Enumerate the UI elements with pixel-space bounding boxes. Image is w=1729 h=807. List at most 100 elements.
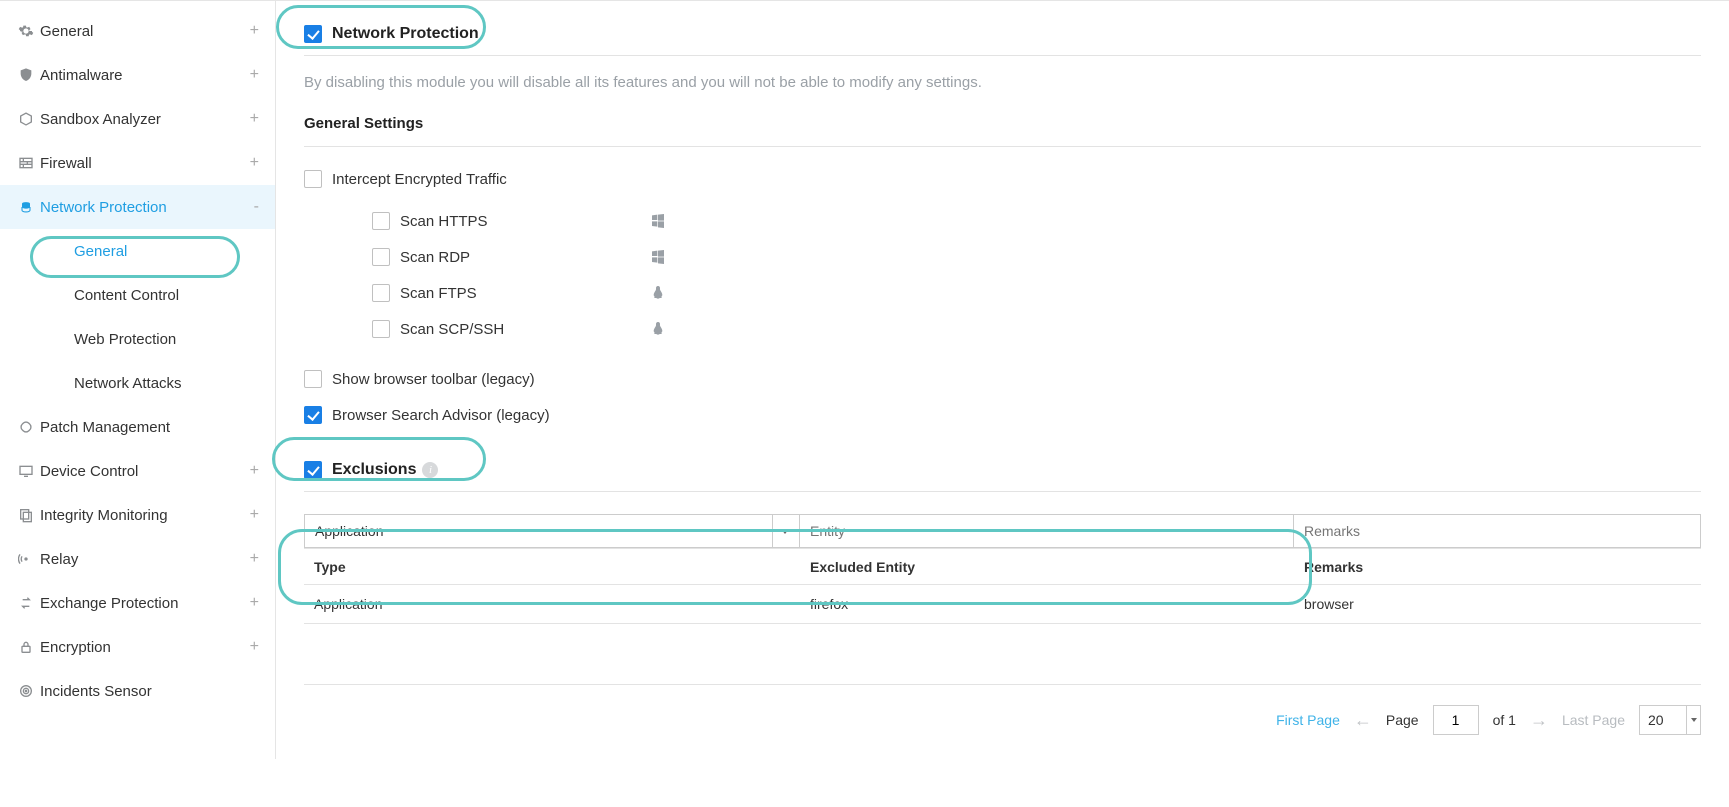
search-advisor-checkbox[interactable] [304, 406, 322, 424]
scan-https-checkbox[interactable] [372, 212, 390, 230]
settings-sidebar: General + Antimalware + Sandbox Analyzer… [0, 1, 276, 759]
exclusions-title: Exclusions [332, 461, 416, 479]
exchange-icon [12, 595, 40, 611]
expand-icon[interactable]: + [250, 22, 259, 40]
sidebar-sub-label: Web Protection [74, 331, 176, 348]
sidebar-sub-content-control[interactable]: Content Control [0, 273, 275, 317]
cell-remarks: browser [1294, 596, 1701, 612]
stack-icon [12, 507, 40, 523]
intercept-traffic-label: Intercept Encrypted Traffic [332, 171, 582, 188]
pager-page-input[interactable] [1433, 705, 1479, 735]
table-header-row: Type Excluded Entity Remarks [304, 549, 1701, 585]
sidebar-item-patch[interactable]: Patch Management [0, 405, 275, 449]
scan-ftps-checkbox[interactable] [372, 284, 390, 302]
expand-icon[interactable]: + [250, 110, 259, 128]
sidebar-sub-label: Network Attacks [74, 375, 182, 392]
firewall-icon [12, 155, 40, 171]
sidebar-label: Integrity Monitoring [40, 507, 250, 524]
scan-rdp-label: Scan RDP [400, 249, 650, 266]
expand-icon[interactable]: + [250, 638, 259, 656]
intercept-traffic-checkbox[interactable] [304, 170, 322, 188]
sidebar-label: Antimalware [40, 67, 250, 84]
sidebar-item-incidents[interactable]: Incidents Sensor [0, 669, 275, 713]
sidebar-item-integrity[interactable]: Integrity Monitoring + [0, 493, 275, 537]
exclusions-filter-row: Application [304, 514, 1701, 548]
exclusion-type-value: Application [315, 523, 384, 539]
exclusions-header: Exclusions i [304, 447, 1701, 492]
pager-first[interactable]: First Page [1276, 712, 1340, 728]
exclusion-entity-input[interactable] [800, 514, 1294, 548]
main-panel: Network Protection By disabling this mod… [276, 1, 1729, 759]
windows-icon [650, 248, 666, 267]
pager-last: Last Page [1562, 712, 1625, 728]
sidebar-item-firewall[interactable]: Firewall + [0, 141, 275, 185]
sidebar-sub-web-protection[interactable]: Web Protection [0, 317, 275, 361]
pager-page-label: Page [1386, 712, 1419, 728]
network-protection-toggle[interactable] [304, 25, 322, 43]
browser-toolbar-checkbox[interactable] [304, 370, 322, 388]
sidebar-item-network-protection[interactable]: Network Protection - [0, 185, 275, 229]
sidebar-item-encryption[interactable]: Encryption + [0, 625, 275, 669]
linux-icon [650, 284, 666, 303]
sidebar-sub-label: Content Control [74, 287, 179, 304]
col-excluded-entity[interactable]: Excluded Entity [800, 559, 1294, 575]
pager-next-icon[interactable]: → [1530, 710, 1548, 731]
expand-icon[interactable]: + [250, 462, 259, 480]
cell-type: Application [304, 596, 800, 612]
col-type[interactable]: Type [304, 559, 800, 575]
scan-scp-label: Scan SCP/SSH [400, 321, 650, 338]
scan-https-label: Scan HTTPS [400, 213, 650, 230]
sidebar-label: Incidents Sensor [40, 683, 259, 700]
sidebar-item-antimalware[interactable]: Antimalware + [0, 53, 275, 97]
sidebar-label: Sandbox Analyzer [40, 111, 250, 128]
pager-size-select[interactable]: 20 [1639, 705, 1687, 735]
table-row[interactable]: Application firefox browser [304, 585, 1701, 623]
chevron-down-icon[interactable] [1687, 705, 1701, 735]
expand-icon[interactable]: + [250, 66, 259, 84]
sidebar-item-general[interactable]: General + [0, 9, 275, 53]
scan-scp-checkbox[interactable] [372, 320, 390, 338]
exclusion-remarks-input[interactable] [1294, 514, 1701, 548]
sidebar-item-sandbox[interactable]: Sandbox Analyzer + [0, 97, 275, 141]
scan-ftps-label: Scan FTPS [400, 285, 650, 302]
network-protection-header: Network Protection [304, 11, 1701, 56]
expand-icon[interactable]: + [250, 506, 259, 524]
signal-icon [12, 551, 40, 567]
exclusions-table: Type Excluded Entity Remarks Application… [304, 548, 1701, 624]
scan-rdp-checkbox[interactable] [372, 248, 390, 266]
sidebar-label: Network Protection [40, 199, 254, 216]
patch-icon [12, 419, 40, 435]
sidebar-sub-network-attacks[interactable]: Network Attacks [0, 361, 275, 405]
pager-prev-icon[interactable]: ← [1354, 710, 1372, 731]
exclusion-type-select[interactable]: Application [304, 514, 800, 548]
exclusions-toggle[interactable] [304, 461, 322, 479]
box-icon [12, 111, 40, 127]
sidebar-label: General [40, 23, 250, 40]
general-settings-title: General Settings [304, 109, 1701, 147]
expand-icon[interactable]: + [250, 154, 259, 172]
sidebar-label: Relay [40, 551, 250, 568]
sidebar-label: Encryption [40, 639, 250, 656]
collapse-icon[interactable]: - [254, 198, 259, 216]
pager-size-value: 20 [1648, 712, 1664, 728]
col-remarks[interactable]: Remarks [1294, 559, 1701, 575]
sidebar-item-relay[interactable]: Relay + [0, 537, 275, 581]
network-protection-title: Network Protection [332, 25, 479, 43]
info-icon[interactable]: i [422, 462, 438, 478]
shield-icon [12, 67, 40, 83]
sidebar-item-exchange[interactable]: Exchange Protection + [0, 581, 275, 625]
expand-icon[interactable]: + [250, 594, 259, 612]
sidebar-item-device-control[interactable]: Device Control + [0, 449, 275, 493]
cell-entity: firefox [800, 596, 1294, 612]
lock-icon [12, 639, 40, 655]
windows-icon [650, 212, 666, 231]
pager-of-label: of 1 [1493, 712, 1516, 728]
gear-icon [12, 23, 40, 39]
chevron-down-icon [781, 529, 789, 534]
expand-icon[interactable]: + [250, 550, 259, 568]
sidebar-sub-general[interactable]: General [0, 229, 275, 273]
pagination-bar: First Page ← Page of 1 → Last Page 20 [304, 684, 1701, 739]
sidebar-label: Firewall [40, 155, 250, 172]
sidebar-sub-label: General [74, 243, 127, 260]
browser-toolbar-label: Show browser toolbar (legacy) [332, 371, 535, 388]
